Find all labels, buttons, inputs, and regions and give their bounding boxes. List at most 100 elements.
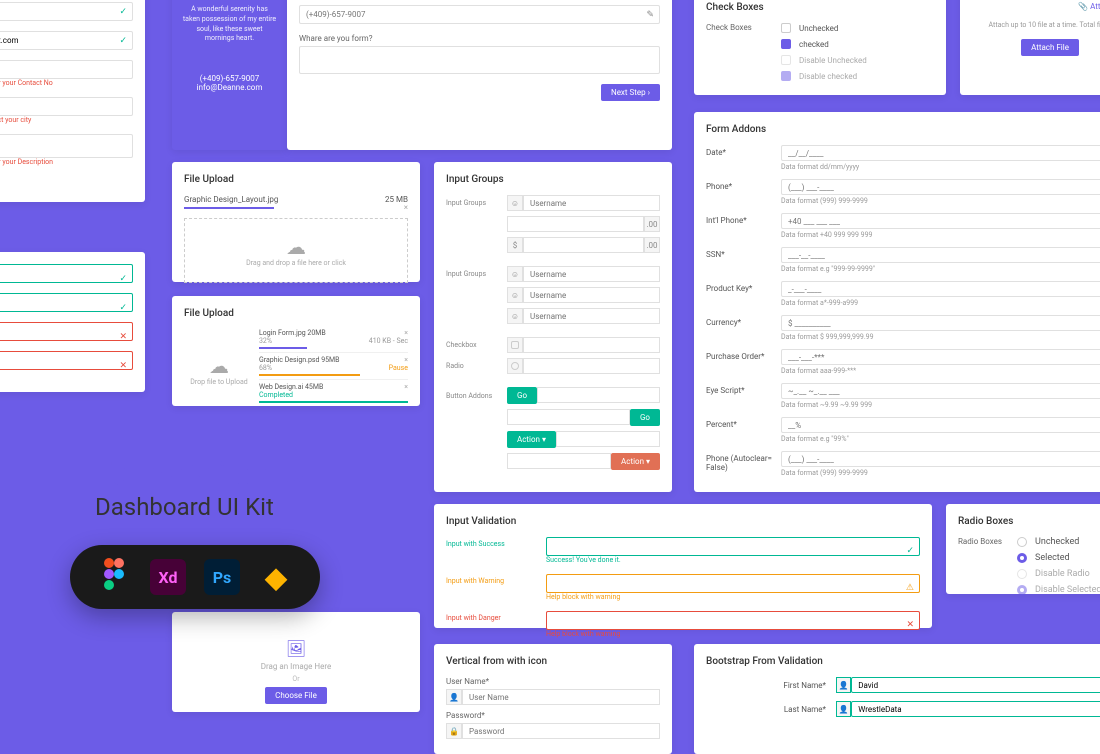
radio-addon[interactable] xyxy=(507,358,523,374)
user-icon: 👤 xyxy=(836,677,851,693)
username-input-sm[interactable] xyxy=(523,308,660,324)
go-button-right[interactable]: Go xyxy=(630,409,660,426)
phone-input[interactable] xyxy=(781,179,1100,195)
phone-input[interactable] xyxy=(299,5,660,24)
btn-addon-input[interactable] xyxy=(537,387,660,403)
checkbox-disabled xyxy=(781,55,791,65)
file-name: Graphic Design_Layout.jpg xyxy=(184,195,278,204)
checkbox-checked[interactable] xyxy=(781,39,791,49)
form-card: Email Address* ✉ Phone Number* ✎ Whare a… xyxy=(287,0,672,150)
action-input-2[interactable] xyxy=(507,453,611,469)
danger-input[interactable] xyxy=(546,611,920,630)
action-input[interactable] xyxy=(556,431,660,447)
checkbox-addon[interactable] xyxy=(507,337,523,353)
input-groups-card: Input Groups Input Groups☺ .00 $.00 Inpu… xyxy=(434,162,672,492)
close-icon[interactable]: × xyxy=(404,383,408,391)
edit-icon: ✎ xyxy=(646,10,654,20)
photoshop-icon: Ps xyxy=(204,559,240,595)
valid-input-3[interactable] xyxy=(0,60,133,79)
file-upload-card-1: File Upload Graphic Design_Layout.jpg25 … xyxy=(172,162,420,282)
currency-input[interactable] xyxy=(781,315,1100,331)
addon-right: .00 xyxy=(644,216,660,232)
check-icon: ✓ xyxy=(119,7,127,17)
green-input-1[interactable] xyxy=(0,264,133,283)
warning-icon: ⚠ xyxy=(906,583,914,593)
card-title: Form Addons xyxy=(706,124,1100,135)
close-icon[interactable]: × xyxy=(404,356,408,364)
username-input[interactable] xyxy=(462,689,660,705)
warning-input[interactable] xyxy=(546,574,920,593)
checkbox-input[interactable] xyxy=(523,337,660,353)
file-upload-card-2: File Upload ☁ Drop file to Upload Login … xyxy=(172,296,420,406)
check-icon: ✓ xyxy=(906,546,914,556)
input-with-addon[interactable] xyxy=(507,216,644,232)
firstname-input[interactable] xyxy=(851,677,1100,693)
action-button-left[interactable]: Action ▾ xyxy=(507,431,556,448)
cloud-upload-icon: ☁ xyxy=(209,354,229,378)
btn-addon-input-2[interactable] xyxy=(507,409,630,425)
attach-title: 📎 Attach File xyxy=(972,2,1100,11)
percent-input[interactable] xyxy=(781,417,1100,433)
contact-phone: (+409)-657-9007 xyxy=(182,74,277,83)
valid-input-2[interactable] xyxy=(0,31,133,50)
username-input-lg[interactable] xyxy=(523,266,660,282)
input-both-addon[interactable] xyxy=(523,237,644,253)
radio-selected[interactable] xyxy=(1017,553,1027,563)
checkbox-unchecked[interactable] xyxy=(781,23,791,33)
red-input-1[interactable] xyxy=(0,322,133,341)
vertical-form-card: Vertical from with icon User Name* 👤 Pas… xyxy=(434,644,672,754)
phone-autoclear-input[interactable] xyxy=(781,451,1100,467)
action-button-right[interactable]: Action ▾ xyxy=(611,453,660,470)
attach-file-button[interactable]: Attach File xyxy=(1021,39,1079,56)
intl-phone-input[interactable] xyxy=(781,213,1100,229)
check-icon: ✓ xyxy=(119,303,127,313)
drop-zone[interactable]: ☁ Drop file to Upload xyxy=(184,329,254,386)
user-icon: ☺ xyxy=(507,308,523,324)
green-input-2[interactable] xyxy=(0,293,133,312)
password-input[interactable] xyxy=(462,723,660,739)
red-input-2[interactable] xyxy=(0,351,133,370)
close-icon[interactable]: × xyxy=(404,329,408,337)
go-button-left[interactable]: Go xyxy=(507,387,537,404)
choose-file-button[interactable]: Choose File xyxy=(265,687,327,704)
success-input[interactable] xyxy=(546,537,920,556)
xd-icon: Xd xyxy=(150,559,186,595)
close-icon[interactable]: × xyxy=(184,203,408,212)
purchase-order-input[interactable] xyxy=(781,349,1100,365)
valid-input-5[interactable] xyxy=(0,134,133,158)
checkboxes-card: Check Boxes Check Boxes Unchecked checke… xyxy=(694,0,946,95)
radio-input[interactable] xyxy=(523,358,660,374)
valid-input-1[interactable] xyxy=(0,2,133,21)
card-title: Check Boxes xyxy=(706,2,934,13)
eye-script-input[interactable] xyxy=(781,383,1100,399)
where-input[interactable] xyxy=(299,46,660,74)
next-step-button[interactable]: Next Step › xyxy=(601,84,660,101)
image-icon: 🖼 xyxy=(199,639,393,658)
personal-subtitle: A wonderful serenity has taken possessio… xyxy=(182,5,277,44)
cloud-upload-icon: ☁ xyxy=(286,235,306,259)
image-drop-zone[interactable]: 🖼 Drag an Image Here Or Choose File xyxy=(184,624,408,719)
personal-info-card: Personal Information A wonderful serenit… xyxy=(172,0,287,150)
card-title: File Upload xyxy=(184,174,408,185)
drop-zone[interactable]: ☁ Drag and drop a file here or click xyxy=(184,218,408,283)
sketch-icon: ◆ xyxy=(258,559,294,595)
validation-card-left: ✓ ✓ Please enter your Contact No Please … xyxy=(0,0,145,202)
progress-bar xyxy=(259,401,408,403)
input-validation-card: Input Validation Input with Success✓Succ… xyxy=(434,504,932,628)
hero-title: Forms Widgets Dashboard UI Kit xyxy=(95,455,305,521)
bootstrap-validation-card: Bootstrap From Validation First Name*👤✓ … xyxy=(694,644,1100,754)
where-label: Whare are you form? xyxy=(299,34,660,43)
username-input[interactable] xyxy=(523,195,660,211)
ssn-input[interactable] xyxy=(781,247,1100,263)
date-input[interactable] xyxy=(781,145,1100,161)
username-input-md[interactable] xyxy=(523,287,660,303)
radio-disabled xyxy=(1017,569,1027,579)
attach-sub: Attach up to 10 file at a time. Total fi… xyxy=(972,21,1100,29)
user-icon: 👤 xyxy=(836,701,851,717)
user-icon: ☺ xyxy=(507,266,523,282)
radio-unchecked[interactable] xyxy=(1017,537,1027,547)
lastname-input[interactable] xyxy=(851,701,1100,717)
product-key-input[interactable] xyxy=(781,281,1100,297)
valid-input-4[interactable] xyxy=(0,97,133,116)
error-msg-2: Please select your city xyxy=(0,116,133,124)
